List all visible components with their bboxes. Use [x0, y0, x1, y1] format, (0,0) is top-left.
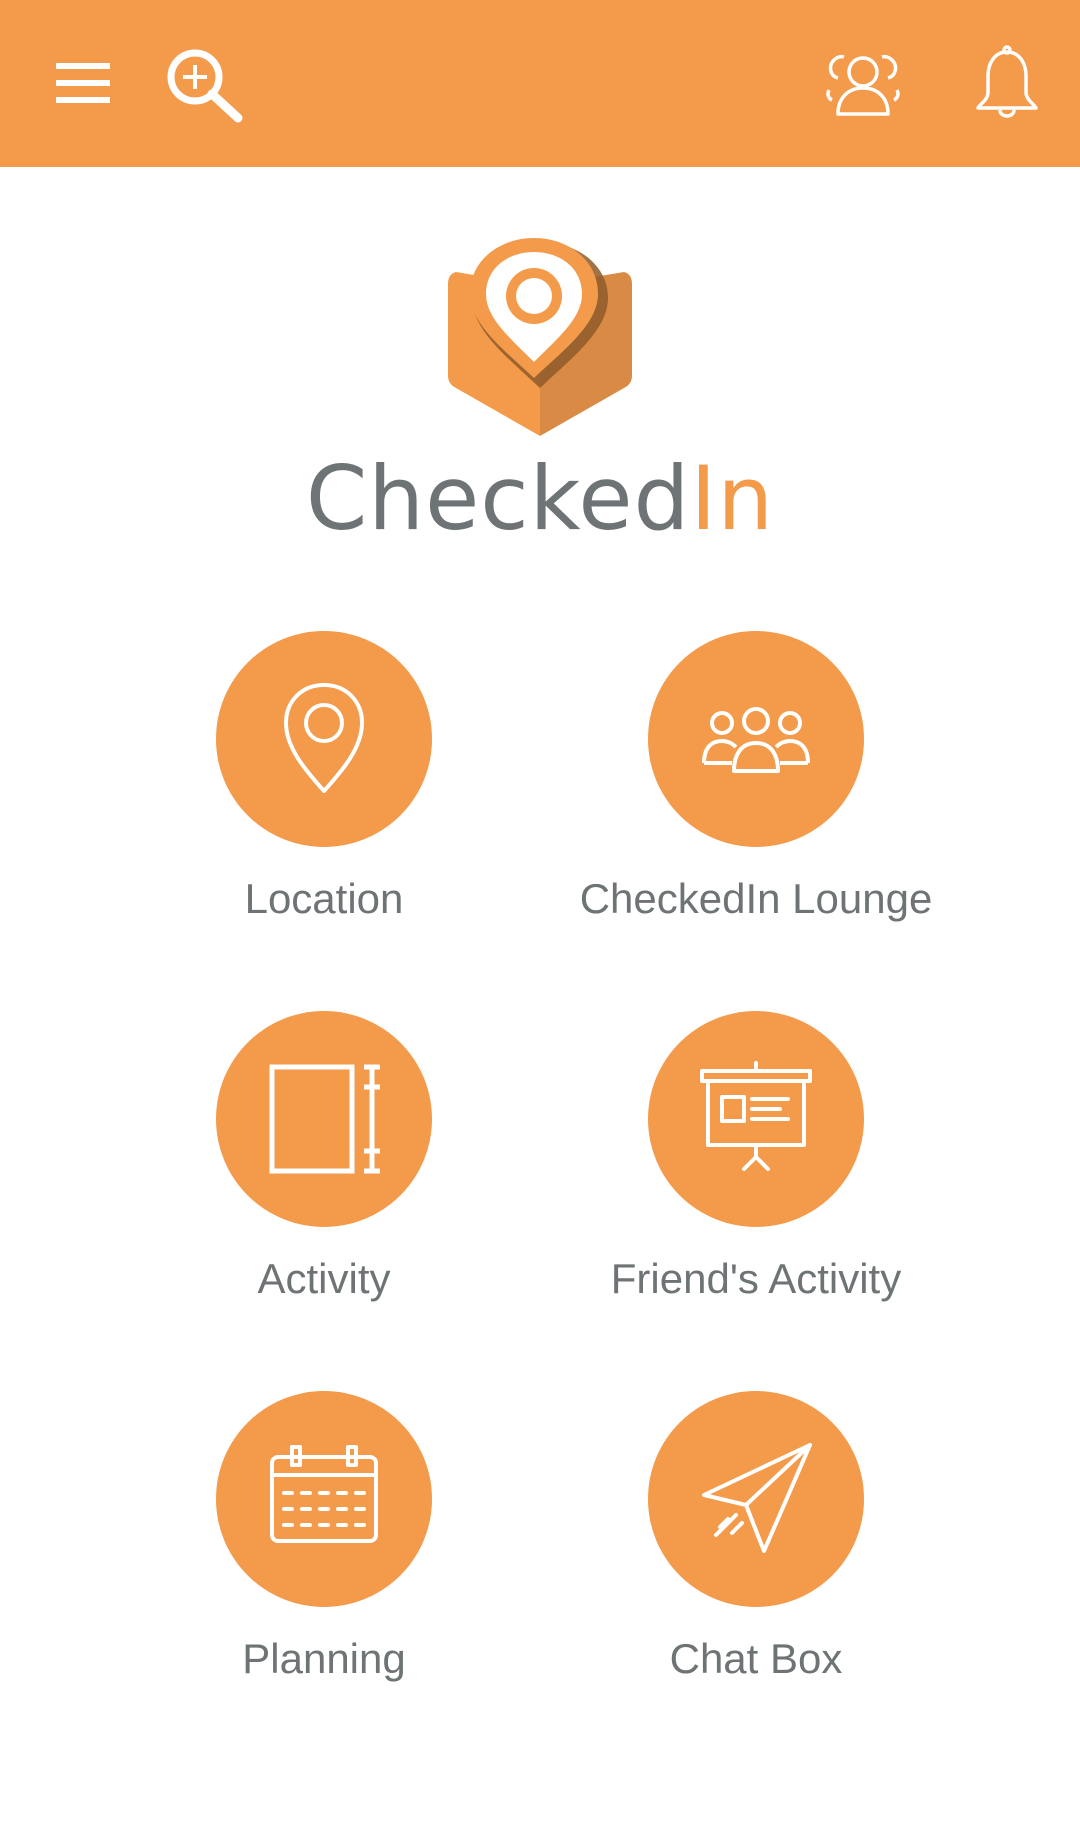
planning-label: Planning	[242, 1635, 406, 1682]
group-icon	[702, 707, 810, 773]
menu-tile-planning[interactable]: Planning	[108, 1391, 540, 1721]
friends-activity-button[interactable]	[648, 1011, 864, 1227]
menu-tile-friends-activity[interactable]: Friend's Activity	[540, 1011, 972, 1341]
activity-label: Activity	[257, 1255, 391, 1302]
chat-box-label: Chat Box	[669, 1635, 843, 1682]
location-button[interactable]	[216, 631, 432, 847]
brand-part1: Checked	[305, 447, 691, 550]
planning-button[interactable]	[216, 1391, 432, 1607]
presentation-board-icon	[700, 1061, 812, 1171]
brand-logo: CheckedIn	[0, 230, 1080, 550]
checkedin-lounge-button[interactable]	[648, 631, 864, 847]
activity-button[interactable]	[216, 1011, 432, 1227]
brand-wordmark: CheckedIn	[0, 455, 1080, 543]
bell-icon[interactable]	[972, 44, 1042, 124]
menu-icon[interactable]	[52, 56, 114, 110]
menu-tile-checkedin-lounge[interactable]: CheckedIn Lounge	[540, 631, 972, 961]
menu-tile-activity[interactable]: Activity	[108, 1011, 540, 1341]
app-bar	[0, 0, 1080, 167]
user-profile-icon[interactable]	[824, 48, 902, 120]
checkedin-lounge-label: CheckedIn Lounge	[579, 875, 933, 922]
location-label: Location	[244, 875, 404, 922]
chat-box-button[interactable]	[648, 1391, 864, 1607]
location-pin-icon	[284, 683, 364, 793]
logo-pin-icon	[448, 238, 632, 436]
friends-activity-label: Friend's Activity	[610, 1255, 902, 1302]
brand-part2: In	[690, 447, 775, 550]
paper-plane-icon	[702, 1443, 812, 1553]
menu-tile-location[interactable]: Location	[108, 631, 540, 961]
menu-tile-chat-box[interactable]: Chat Box	[540, 1391, 972, 1721]
calendar-icon	[270, 1445, 378, 1543]
notebook-icon	[269, 1064, 380, 1174]
search-plus-icon[interactable]	[162, 44, 246, 124]
